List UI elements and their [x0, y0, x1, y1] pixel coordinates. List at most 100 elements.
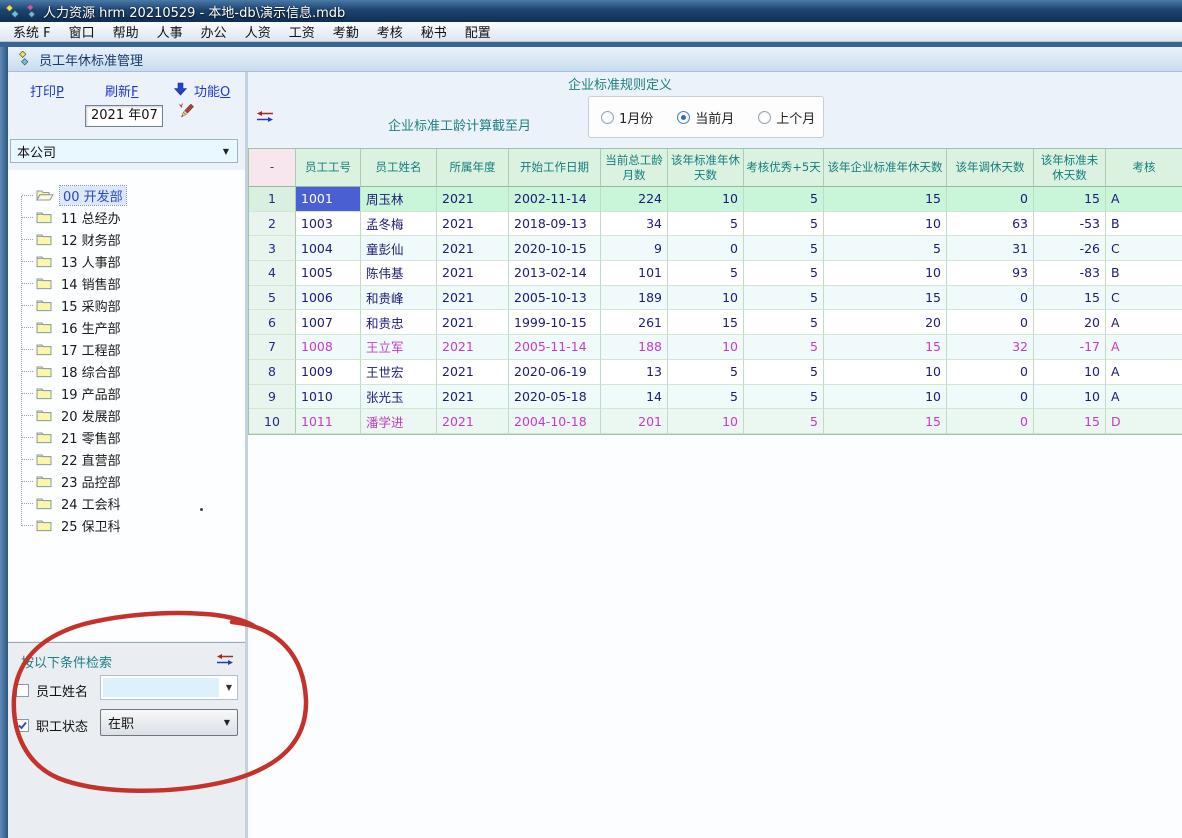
- employee-status-combo[interactable]: 在职 ▼: [100, 709, 238, 736]
- table-cell[interactable]: 15: [824, 286, 947, 311]
- column-header[interactable]: 员工姓名: [361, 149, 437, 187]
- tree-item-department[interactable]: 12 财务部: [14, 228, 224, 250]
- table-cell[interactable]: 2005-11-14: [509, 335, 601, 360]
- table-cell[interactable]: A: [1106, 360, 1182, 385]
- tree-item-department[interactable]: 18 综合部: [14, 360, 224, 382]
- table-cell[interactable]: 15: [1034, 187, 1106, 212]
- tree-item-department[interactable]: 13 人事部: [14, 250, 224, 272]
- table-cell[interactable]: 13: [601, 360, 668, 385]
- table-cell[interactable]: 0: [947, 360, 1034, 385]
- table-cell[interactable]: 潘学进: [361, 409, 437, 434]
- month-radio-option[interactable]: 当前月: [677, 108, 734, 127]
- table-cell[interactable]: C: [1106, 286, 1182, 311]
- table-cell[interactable]: 5: [668, 360, 744, 385]
- table-cell[interactable]: 9: [601, 236, 668, 261]
- table-cell[interactable]: 2021: [437, 187, 509, 212]
- table-cell[interactable]: 2013-02-14: [509, 261, 601, 286]
- table-cell[interactable]: 34: [601, 212, 668, 237]
- table-cell[interactable]: 2020-06-19: [509, 360, 601, 385]
- table-cell[interactable]: 10: [824, 212, 947, 237]
- table-cell[interactable]: 2021: [437, 310, 509, 335]
- table-cell[interactable]: 31: [947, 236, 1034, 261]
- tree-item-department[interactable]: 21 零售部: [14, 426, 224, 448]
- table-cell[interactable]: 1011: [296, 409, 361, 434]
- table-cell[interactable]: 5: [744, 212, 824, 237]
- table-cell[interactable]: 陈伟基: [361, 261, 437, 286]
- checkbox[interactable]: [16, 684, 29, 697]
- row-number-cell[interactable]: 8: [249, 360, 296, 385]
- table-cell[interactable]: 5: [744, 286, 824, 311]
- table-cell[interactable]: 5: [744, 187, 824, 212]
- table-cell[interactable]: 5: [744, 360, 824, 385]
- table-cell[interactable]: 1999-10-15: [509, 310, 601, 335]
- table-cell[interactable]: 王立军: [361, 335, 437, 360]
- table-cell[interactable]: 1004: [296, 236, 361, 261]
- table-cell[interactable]: 201: [601, 409, 668, 434]
- table-cell[interactable]: 14: [601, 385, 668, 410]
- column-header[interactable]: 该年标准年休天数: [668, 149, 744, 187]
- table-cell[interactable]: 15: [824, 187, 947, 212]
- row-number-cell[interactable]: 4: [249, 261, 296, 286]
- table-cell[interactable]: 0: [947, 187, 1034, 212]
- table-cell[interactable]: 童彭仙: [361, 236, 437, 261]
- table-cell[interactable]: 10: [1034, 360, 1106, 385]
- tree-item-department[interactable]: 20 发展部: [14, 404, 224, 426]
- table-cell[interactable]: 32: [947, 335, 1034, 360]
- row-number-cell[interactable]: 9: [249, 385, 296, 410]
- menu-item[interactable]: 帮助: [104, 21, 148, 42]
- table-cell[interactable]: -26: [1034, 236, 1106, 261]
- table-cell[interactable]: 2021: [437, 236, 509, 261]
- table-cell[interactable]: 188: [601, 335, 668, 360]
- table-cell[interactable]: 1008: [296, 335, 361, 360]
- table-cell[interactable]: -53: [1034, 212, 1106, 237]
- tree-item-department[interactable]: 17 工程部: [14, 338, 224, 360]
- radio-button[interactable]: [758, 111, 771, 124]
- table-cell[interactable]: 10: [824, 360, 947, 385]
- menu-item[interactable]: 人资: [236, 21, 280, 42]
- employee-name-combo-value[interactable]: [103, 678, 219, 697]
- table-cell[interactable]: 孟冬梅: [361, 212, 437, 237]
- table-cell[interactable]: 5: [744, 310, 824, 335]
- table-cell[interactable]: 5: [744, 335, 824, 360]
- column-header[interactable]: 考核: [1106, 149, 1182, 187]
- table-cell[interactable]: 2020-10-15: [509, 236, 601, 261]
- tree-item-department[interactable]: 00 开发部: [14, 184, 224, 206]
- table-cell[interactable]: C: [1106, 236, 1182, 261]
- table-cell[interactable]: 2021: [437, 212, 509, 237]
- table-cell[interactable]: 1009: [296, 360, 361, 385]
- menu-item[interactable]: 工资: [280, 21, 324, 42]
- table-cell[interactable]: B: [1106, 212, 1182, 237]
- function-button[interactable]: 功能O: [194, 81, 230, 100]
- table-cell[interactable]: 2005-10-13: [509, 286, 601, 311]
- tree-item-department[interactable]: 22 直营部: [14, 448, 224, 470]
- tree-item-department[interactable]: 15 采购部: [14, 294, 224, 316]
- row-number-cell[interactable]: 5: [249, 286, 296, 311]
- chevron-down-icon[interactable]: ▼: [221, 676, 237, 699]
- column-header[interactable]: 该年标准未休天数: [1034, 149, 1106, 187]
- month-radio-option[interactable]: 1月份: [601, 108, 653, 127]
- table-cell[interactable]: 101: [601, 261, 668, 286]
- table-cell[interactable]: D: [1106, 409, 1182, 434]
- checkbox-checked[interactable]: [16, 719, 29, 732]
- tree-item-department[interactable]: 23 品控部: [14, 470, 224, 492]
- table-cell[interactable]: 1006: [296, 286, 361, 311]
- table-cell[interactable]: 2020-05-18: [509, 385, 601, 410]
- tree-item-department[interactable]: 16 生产部: [14, 316, 224, 338]
- table-cell[interactable]: 和贵忠: [361, 310, 437, 335]
- table-cell[interactable]: 15: [1034, 286, 1106, 311]
- row-number-cell[interactable]: 10: [249, 409, 296, 434]
- table-cell[interactable]: 0: [947, 286, 1034, 311]
- table-cell[interactable]: B: [1106, 261, 1182, 286]
- table-cell[interactable]: 2021: [437, 286, 509, 311]
- table-cell[interactable]: 10: [824, 261, 947, 286]
- table-cell[interactable]: 20: [1034, 310, 1106, 335]
- table-cell[interactable]: 5: [744, 409, 824, 434]
- table-cell[interactable]: 2004-10-18: [509, 409, 601, 434]
- table-cell[interactable]: 5: [744, 261, 824, 286]
- month-radio-option[interactable]: 上个月: [758, 108, 815, 127]
- radio-button[interactable]: [601, 111, 614, 124]
- tree-item-department[interactable]: 19 产品部: [14, 382, 224, 404]
- column-header[interactable]: 当前总工龄月数: [601, 149, 668, 187]
- row-number-cell[interactable]: 3: [249, 236, 296, 261]
- table-cell[interactable]: 2021: [437, 360, 509, 385]
